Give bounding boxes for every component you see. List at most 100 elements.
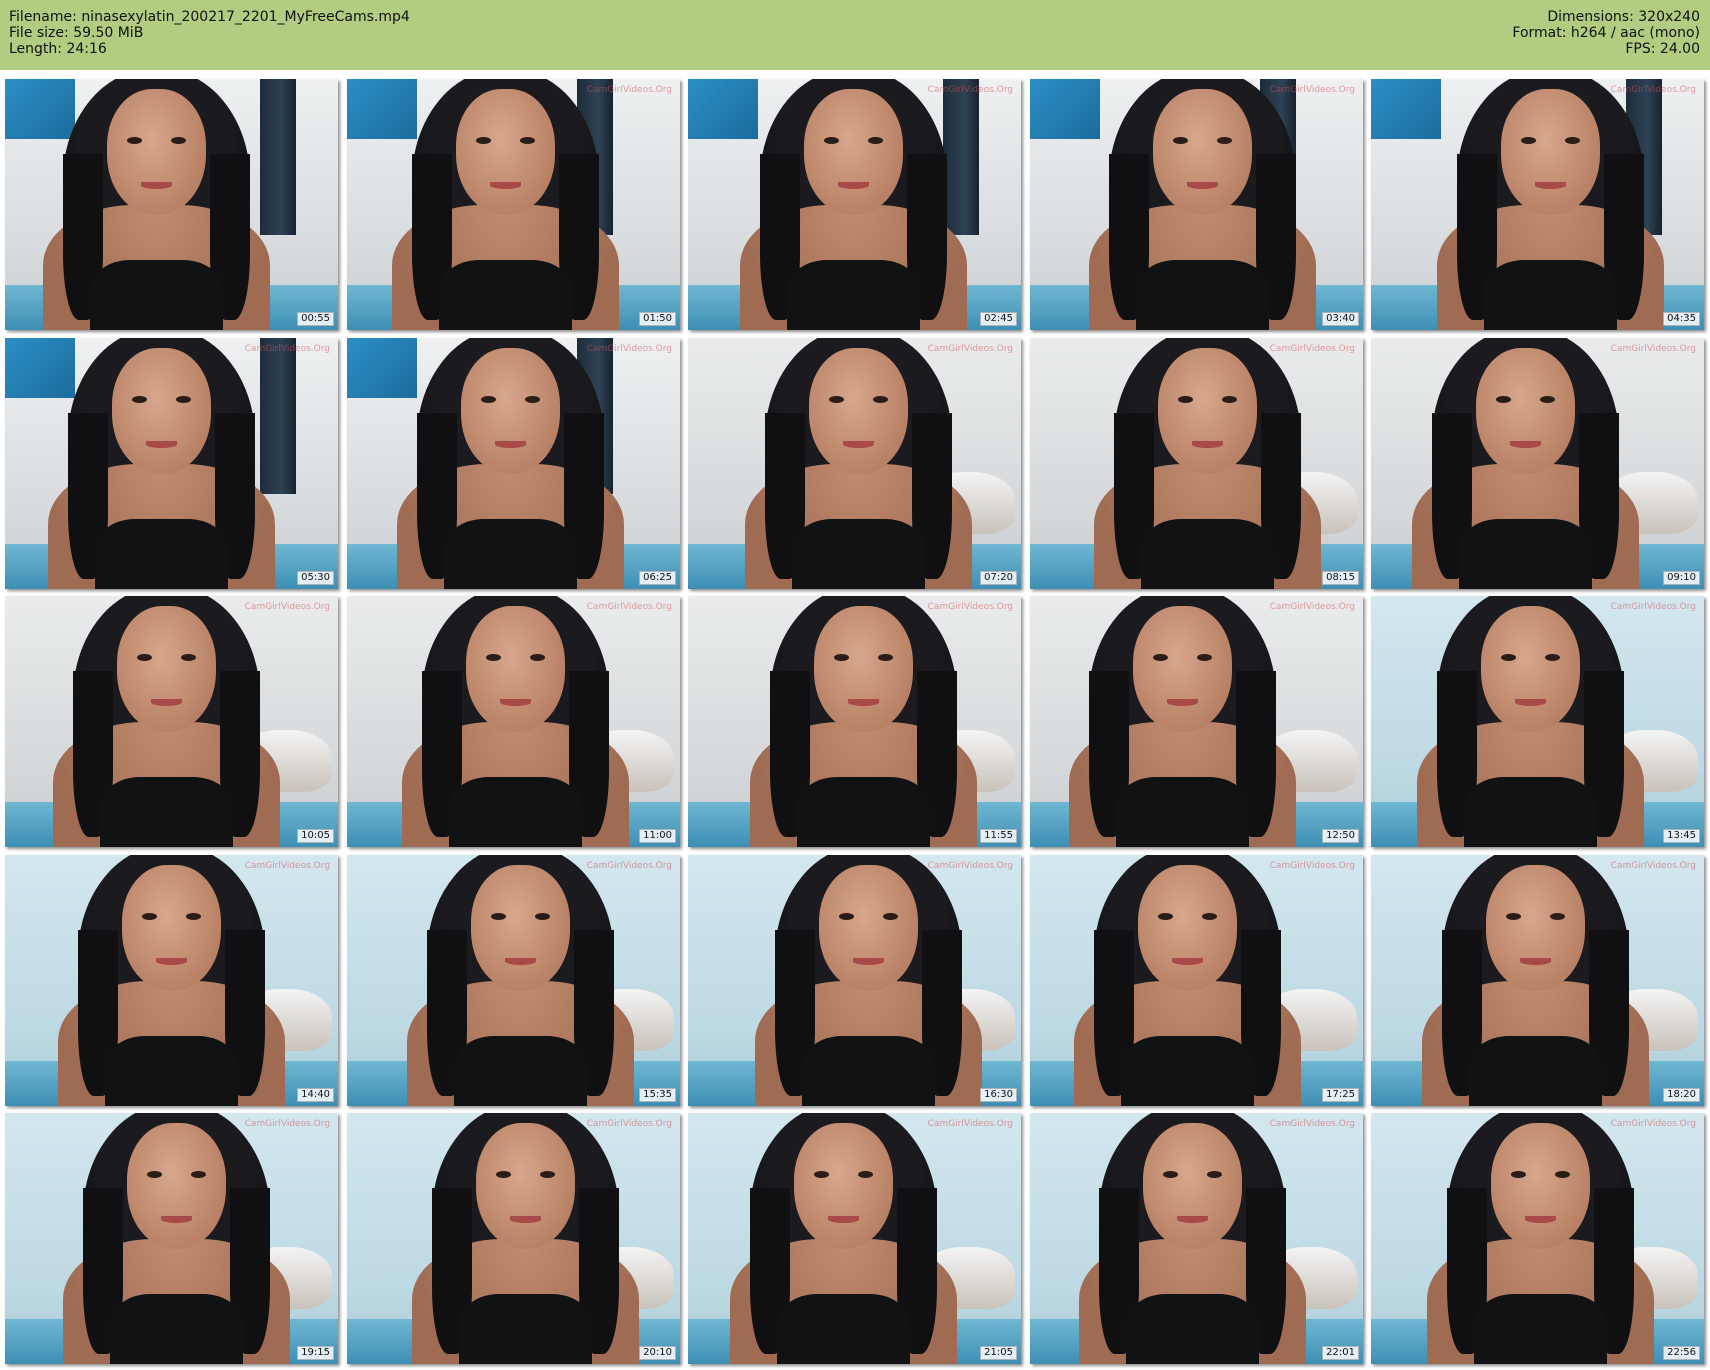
eye <box>185 912 202 921</box>
eye <box>838 912 855 921</box>
figure-top <box>1458 518 1593 589</box>
eye <box>1510 1170 1527 1179</box>
figure-face <box>813 606 914 732</box>
eye <box>877 653 894 662</box>
wall-poster <box>5 338 75 398</box>
eye <box>813 1170 830 1179</box>
watermark-text: CamGirlVideos.Org <box>1269 861 1355 871</box>
mouth <box>1191 440 1224 449</box>
mouth <box>489 181 522 190</box>
watermark-text: CamGirlVideos.Org <box>1610 344 1696 354</box>
thumbnail-timestamp: 18:20 <box>1663 1088 1700 1102</box>
eye <box>823 136 840 145</box>
format-value: h264 / aac (mono) <box>1570 25 1700 41</box>
figure-face <box>1480 606 1581 732</box>
eye <box>1539 395 1556 404</box>
watermark-text: CamGirlVideos.Org <box>586 1119 672 1129</box>
thumbnail-timestamp: 00:55 <box>297 312 334 326</box>
filename-label: Filename: <box>9 9 77 25</box>
eye <box>1206 1170 1223 1179</box>
eye <box>495 1170 512 1179</box>
watermark-text: CamGirlVideos.Org <box>1269 602 1355 612</box>
figure-face <box>106 89 207 215</box>
watermark-text: CamGirlVideos.Org <box>244 861 330 871</box>
figure-face <box>121 865 222 991</box>
figure-top <box>89 259 224 330</box>
eye <box>190 1170 207 1179</box>
eye <box>539 1170 556 1179</box>
video-thumbnail: CamGirlVideos.Org 20:10 <box>347 1113 680 1364</box>
watermark-text: CamGirlVideos.Org <box>927 602 1013 612</box>
thumbnail-timestamp: 02:45 <box>980 312 1017 326</box>
figure-top <box>94 518 229 589</box>
eye <box>480 395 497 404</box>
wall-poster <box>1030 79 1100 139</box>
curtain <box>943 79 979 235</box>
mouth <box>1509 440 1542 449</box>
watermark-text: CamGirlVideos.Org <box>1269 1119 1355 1129</box>
mouth <box>160 1215 193 1224</box>
eye <box>524 395 541 404</box>
figure-top <box>443 518 578 589</box>
eye <box>146 1170 163 1179</box>
figure-top <box>1135 259 1270 330</box>
figure-face <box>1500 89 1601 215</box>
thumbnail-timestamp: 21:05 <box>980 1346 1017 1360</box>
figure-face <box>1475 348 1576 474</box>
video-thumbnail: CamGirlVideos.Org 04:35 <box>1371 79 1704 330</box>
video-thumbnail: CamGirlVideos.Org 10:05 <box>5 596 338 847</box>
dimensions-value: 320x240 <box>1638 9 1700 25</box>
eye <box>833 653 850 662</box>
figure-top <box>776 1293 911 1364</box>
video-thumbnail: CamGirlVideos.Org 09:10 <box>1371 338 1704 589</box>
video-thumbnail: CamGirlVideos.Org 21:05 <box>688 1113 1021 1364</box>
figure-top <box>448 776 583 847</box>
figure-top <box>1115 776 1250 847</box>
watermark-text: CamGirlVideos.Org <box>1269 344 1355 354</box>
fps-value: 24.00 <box>1659 41 1700 57</box>
thumbnail-timestamp: 22:56 <box>1663 1346 1700 1360</box>
eye <box>534 912 551 921</box>
watermark-text: CamGirlVideos.Org <box>1269 85 1355 95</box>
video-thumbnail: CamGirlVideos.Org 19:15 <box>5 1113 338 1364</box>
figure-top <box>1463 776 1598 847</box>
eye <box>1549 912 1566 921</box>
video-thumbnail: CamGirlVideos.Org 18:20 <box>1371 855 1704 1106</box>
figure-top <box>109 1293 244 1364</box>
figure-face <box>460 348 561 474</box>
mouth <box>1534 181 1567 190</box>
figure-top <box>791 518 926 589</box>
eye <box>1520 136 1537 145</box>
figure-face <box>803 89 904 215</box>
eye <box>1152 653 1169 662</box>
figure-face <box>1132 606 1233 732</box>
eye <box>857 1170 874 1179</box>
eye <box>1172 136 1189 145</box>
video-thumbnail: CamGirlVideos.Org 11:55 <box>688 596 1021 847</box>
watermark-text: CamGirlVideos.Org <box>244 344 330 354</box>
figure-top <box>1140 518 1275 589</box>
watermark-text: CamGirlVideos.Org <box>927 85 1013 95</box>
thumbnail-timestamp: 08:15 <box>1322 571 1359 585</box>
thumbnail-timestamp: 12:50 <box>1322 829 1359 843</box>
video-thumbnail: CamGirlVideos.Org 07:20 <box>688 338 1021 589</box>
eye <box>1554 1170 1571 1179</box>
watermark-text: CamGirlVideos.Org <box>927 861 1013 871</box>
dimensions-label: Dimensions: <box>1547 9 1634 25</box>
curtain <box>260 79 296 235</box>
thumbnail-timestamp: 05:30 <box>297 571 334 585</box>
mouth <box>1514 698 1547 707</box>
figure-top <box>1120 1035 1255 1106</box>
eye <box>529 653 546 662</box>
figure-top <box>458 1293 593 1364</box>
video-thumbnail: 00:55 <box>5 79 338 330</box>
figure-face <box>1485 865 1586 991</box>
video-thumbnail: CamGirlVideos.Org 01:50 <box>347 79 680 330</box>
video-thumbnail: CamGirlVideos.Org 16:30 <box>688 855 1021 1106</box>
watermark-text: CamGirlVideos.Org <box>586 344 672 354</box>
thumbnail-timestamp: 19:15 <box>297 1346 334 1360</box>
video-thumbnail: CamGirlVideos.Org 03:40 <box>1030 79 1363 330</box>
length-label: Length: <box>9 41 63 57</box>
eye <box>828 395 845 404</box>
figure-top <box>1473 1293 1608 1364</box>
